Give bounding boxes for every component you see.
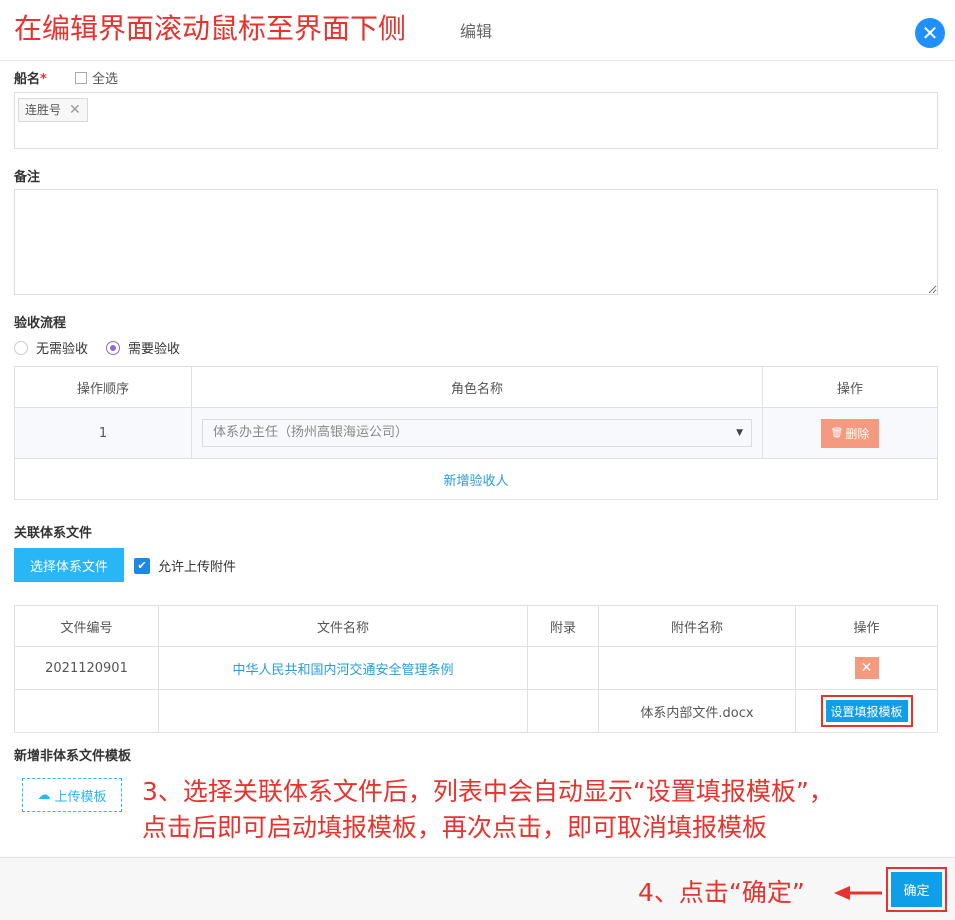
table-row: 1 体系办主任（扬州高银海运公司） ▼ 🗑 删除	[14, 407, 938, 459]
upload-template-button[interactable]: ☁ 上传模板	[22, 778, 122, 812]
remark-label: 备注	[14, 170, 41, 185]
file-name-cell: 中华人民共和国内河交通安全管理条例	[158, 646, 528, 690]
step3-annotation-line1: 3、选择关联体系文件后，列表中会自动显示“设置填报模板”，	[142, 777, 834, 806]
ship-label: 船名*	[14, 72, 47, 87]
appendix-cell	[527, 689, 599, 733]
cloud-upload-icon: ☁	[37, 787, 51, 803]
radio-icon	[14, 340, 28, 355]
role-select[interactable]: 体系办主任（扬州高银海运公司） ▼	[202, 419, 752, 447]
ship-select-field[interactable]	[14, 92, 938, 149]
arrow-left-icon	[834, 886, 882, 900]
radio-no-acceptance[interactable]: 无需验收	[14, 338, 88, 357]
attachment-cell	[598, 646, 796, 690]
acceptance-table: 操作顺序 角色名称 操作 1 体系办主任（扬州高银海运公司） ▼ 🗑 删除 新增验…	[14, 366, 938, 500]
related-files-table: 文件编号 文件名称 附录 附件名称 操作 2021120901 中华人民共和国内…	[14, 605, 938, 733]
column-header: 操作	[795, 605, 938, 647]
attachment-cell: 体系内部文件.docx	[598, 689, 796, 733]
role-cell: 体系办主任（扬州高银海运公司） ▼	[191, 407, 763, 459]
close-icon: ✕	[860, 660, 873, 676]
file-name-cell	[158, 689, 528, 733]
radio-need-acceptance[interactable]: 需要验收	[106, 338, 180, 357]
column-header: 操作	[762, 366, 938, 408]
dialog-title: 编辑	[460, 22, 493, 41]
header-annotation: 在编辑界面滚动鼠标至界面下侧	[14, 12, 407, 45]
checkmark-icon: ✔	[134, 557, 150, 574]
remove-file-button[interactable]: ✕	[854, 657, 879, 679]
trash-icon: 🗑	[830, 427, 844, 439]
table-row: 体系内部文件.docx 设置填报模板	[14, 689, 938, 733]
allow-upload-checkbox[interactable]: ✔ 允许上传附件	[134, 556, 236, 575]
dialog-footer	[0, 857, 955, 920]
close-button[interactable]: ✕	[915, 18, 945, 48]
dropdown-arrow-icon: ▼	[736, 428, 743, 438]
column-header: 附录	[527, 605, 599, 647]
confirm-button[interactable]: 确定	[891, 872, 942, 907]
radio-selected-icon	[106, 340, 120, 355]
add-acceptor-cell: 新增验收人	[14, 458, 938, 500]
column-header: 文件名称	[158, 605, 528, 647]
file-name-link[interactable]: 中华人民共和国内河交通安全管理条例	[232, 663, 453, 678]
close-icon: ✕	[921, 21, 939, 45]
non-system-template-label: 新增非体系文件模板	[14, 749, 132, 764]
add-acceptor-link[interactable]: 新增验收人	[443, 474, 508, 489]
appendix-cell	[527, 646, 599, 690]
related-files-label: 关联体系文件	[14, 526, 93, 541]
column-header: 文件编号	[14, 605, 159, 647]
action-cell: 设置填报模板	[795, 689, 938, 733]
step3-annotation-line2: 点击后即可启动填报模板，再次点击，即可取消填报模板	[142, 813, 768, 842]
header-divider	[0, 60, 955, 61]
set-template-button[interactable]: 设置填报模板	[825, 700, 908, 722]
checkbox-icon	[75, 71, 87, 84]
step4-annotation: 4、点击“确定”	[638, 878, 805, 907]
table-row: 2021120901 中华人民共和国内河交通安全管理条例 ✕	[14, 646, 938, 690]
order-cell: 1	[14, 407, 192, 459]
column-header: 操作顺序	[14, 366, 192, 408]
action-cell: ✕	[795, 646, 938, 690]
acceptance-label: 验收流程	[14, 316, 67, 331]
select-system-file-button[interactable]: 选择体系文件	[14, 548, 124, 582]
remark-textarea[interactable]	[14, 189, 938, 295]
tag-remove-icon[interactable]: ✕	[69, 99, 81, 121]
action-cell: 🗑 删除	[762, 407, 938, 459]
select-all-checkbox[interactable]: 全选	[75, 68, 118, 87]
column-header: 角色名称	[191, 366, 763, 408]
ship-tag: 连胜号 ✕	[18, 98, 88, 122]
file-code-cell	[14, 689, 159, 733]
column-header: 附件名称	[598, 605, 796, 647]
delete-button[interactable]: 🗑 删除	[821, 418, 879, 448]
file-code-cell: 2021120901	[14, 646, 159, 690]
